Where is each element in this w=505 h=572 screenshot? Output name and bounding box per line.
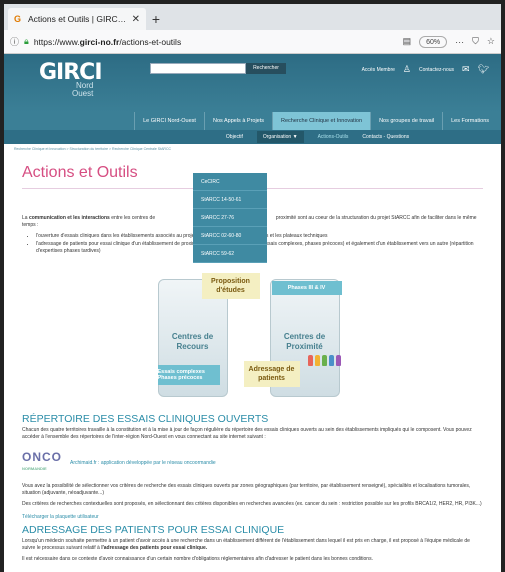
contextual-criteria-paragraph: Des critères de recherches contextuelles… xyxy=(22,501,482,507)
reader-icon[interactable]: ▤ xyxy=(403,36,412,47)
proposition-label: Proposition d'études xyxy=(201,273,260,299)
dropdown-item-cecirc[interactable]: CeCIRC xyxy=(193,173,267,191)
lock-icon[interactable]: 🔒︎ xyxy=(24,36,29,47)
mail-icon[interactable]: ✉ xyxy=(462,64,470,75)
twitter-icon[interactable]: 🐦︎ xyxy=(478,64,489,75)
site-search-input[interactable] xyxy=(150,63,246,74)
address-bar: ⓘ 🔒︎ https://www.girci-no.fr/actions-et-… xyxy=(4,30,501,54)
nav-item-formations[interactable]: Les Formations xyxy=(442,112,497,130)
dropdown-item-starcc-27[interactable]: StARCC 27-76 xyxy=(193,209,267,227)
archimaid-link[interactable]: Archimaid.fr : application développée pa… xyxy=(70,460,216,466)
section-title-repertoire: RÉPERTOIRE DES ESSAIS CLINIQUES OUVERTS xyxy=(22,413,269,425)
dropdown-item-starcc-59[interactable]: StARCC 59-62 xyxy=(193,245,267,263)
adressage-label: Adressage de patients xyxy=(243,361,300,387)
subnav-contacts[interactable]: Contacts - Questions xyxy=(362,134,409,140)
onco-normandie-row: ONCO NORMANDIE Archimaid.fr : application… xyxy=(22,451,483,475)
girci-logo[interactable]: GIRCI Nord Ouest xyxy=(39,60,103,98)
url-field[interactable]: ⓘ 🔒︎ https://www.girci-no.fr/actions-et-… xyxy=(10,33,397,50)
tab-title: Actions et Outils | GIRCI Nord- xyxy=(28,14,128,24)
browser-tab[interactable]: G Actions et Outils | GIRCI Nord- ✕ xyxy=(8,8,146,30)
header-links: Accès Membre ♙ Contactez-nous ✉ 🐦︎ xyxy=(362,64,489,75)
tab-bar: G Actions et Outils | GIRCI Nord- ✕ + xyxy=(4,4,501,30)
onco-normandie-logo[interactable]: ONCO NORMANDIE xyxy=(22,451,62,475)
search-criteria-paragraph: Vous avez la possibilité de sélectionner… xyxy=(22,483,471,496)
dropdown-item-starcc-02[interactable]: StARCC 02-60-80 xyxy=(193,227,267,245)
subnav-actions[interactable]: Actions-Outils xyxy=(318,134,349,140)
contact-link[interactable]: Contactez-nous xyxy=(419,67,454,73)
subnav-objectif[interactable]: Objectif xyxy=(226,134,243,140)
favicon-icon: G xyxy=(14,14,22,24)
more-icon[interactable]: ··· xyxy=(455,37,464,47)
new-tab-icon[interactable]: + xyxy=(146,8,166,30)
dropdown-item-starcc-14[interactable]: StARCC 14-50-61 xyxy=(193,191,267,209)
repertoire-paragraph: Chacun des quatre territoires travaille … xyxy=(22,427,472,440)
phases-early-label: Essais complexes Phases précoces xyxy=(157,365,220,385)
patients-illustration xyxy=(307,355,341,366)
adressage-paragraph: Lorsqu'un médecin souhaite permettre à u… xyxy=(22,538,470,551)
nav-item-appels[interactable]: Nos Appels à Projets xyxy=(203,112,272,130)
chevron-down-icon: ▼ xyxy=(292,134,298,140)
breadcrumb[interactable]: Recherche Clinique et Innovation > Struc… xyxy=(4,144,501,154)
phases-34-label: Phases III & IV xyxy=(271,281,342,295)
member-access-link[interactable]: Accès Membre xyxy=(362,67,395,73)
pocket-icon[interactable]: ⛉ xyxy=(472,36,479,47)
section-title-adressage: ADRESSAGE DES PATIENTS POUR ESSAI CLINIQ… xyxy=(22,524,285,536)
site-header: GIRCI Nord Ouest Rechercher Accès Membre … xyxy=(4,54,501,112)
url-actions: ▤ 60% ··· ⛉ ☆ xyxy=(403,35,495,48)
sub-navigation: Objectif Organisation ▼ Actions-Outils C… xyxy=(4,130,501,144)
user-icon[interactable]: ♙ xyxy=(403,64,411,75)
browser-window: G Actions et Outils | GIRCI Nord- ✕ + ⓘ … xyxy=(0,0,505,572)
starcc-diagram: Centres de Recours Centres de Proximité … xyxy=(157,265,348,405)
nav-item-groupes[interactable]: Nos groupes de travail xyxy=(370,112,442,130)
download-brochure-link[interactable]: Télécharger la plaquette utilisateur xyxy=(22,514,483,520)
bookmark-star-icon[interactable]: ☆ xyxy=(487,36,495,47)
zoom-level[interactable]: 60% xyxy=(419,35,448,48)
close-tab-icon[interactable]: ✕ xyxy=(132,14,140,25)
nav-item-recherche[interactable]: Recherche Clinique et Innovation xyxy=(272,112,371,130)
main-navigation: Le GIRCI Nord-Ouest Nos Appels à Projets… xyxy=(4,112,501,130)
obligations-paragraph: Il est nécessaire dans ce contexte d'avo… xyxy=(22,556,373,562)
nav-item-girci[interactable]: Le GIRCI Nord-Ouest xyxy=(134,112,204,130)
subnav-organisation[interactable]: Organisation ▼ xyxy=(256,131,304,143)
url-text: https://www.girci-no.fr/actions-et-outil… xyxy=(33,36,182,47)
organisation-dropdown: CeCIRC StARCC 14-50-61 StARCC 27-76 StAR… xyxy=(193,173,267,263)
info-icon[interactable]: ⓘ xyxy=(10,35,19,48)
search-button[interactable]: Rechercher xyxy=(246,63,286,74)
